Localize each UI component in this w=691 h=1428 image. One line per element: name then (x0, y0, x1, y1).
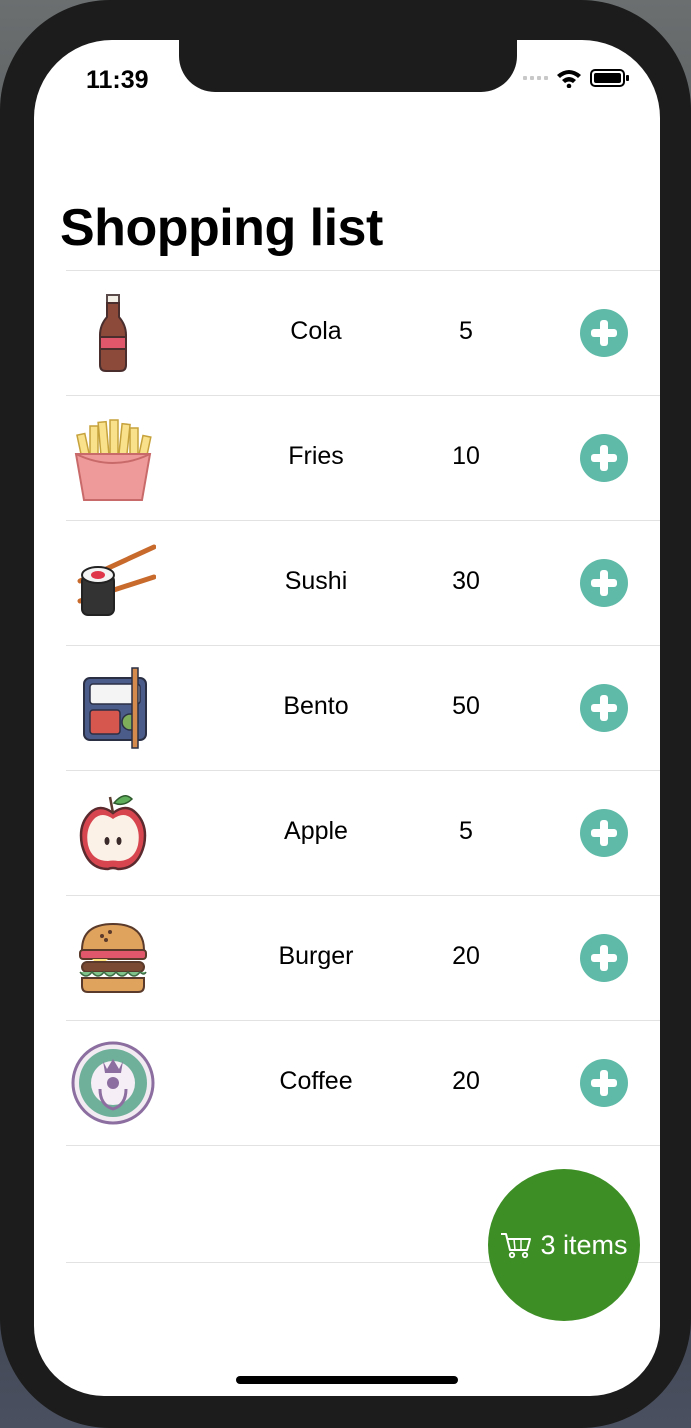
list-item: Coffee 20 (66, 1020, 660, 1146)
item-price: 50 (452, 692, 480, 720)
cellular-signal-icon (523, 76, 548, 80)
item-name: Fries (288, 442, 344, 470)
cola-bottle-icon (99, 294, 127, 372)
wifi-icon (557, 70, 581, 88)
burger-icon (79, 922, 147, 993)
device-notch (179, 40, 517, 92)
add-button[interactable] (580, 1059, 628, 1107)
coffee-logo-icon (71, 1041, 155, 1125)
status-icons (523, 68, 630, 88)
list-item: Sushi 30 (66, 520, 660, 645)
add-button[interactable] (580, 684, 628, 732)
item-price: 30 (452, 567, 480, 595)
item-name: Coffee (279, 1067, 353, 1095)
add-button[interactable] (580, 434, 628, 482)
home-indicator[interactable] (236, 1376, 458, 1384)
shopping-list: Cola 5 Fries 10 Sushi 30 Bento 50 Apple … (66, 270, 660, 1146)
item-name: Bento (283, 692, 349, 720)
list-item: Bento 50 (66, 645, 660, 770)
item-price: 5 (459, 317, 473, 345)
list-item: Burger 20 (66, 895, 660, 1020)
item-price: 10 (452, 442, 480, 470)
cart-icon (501, 1233, 532, 1259)
list-item: Fries 10 (66, 395, 660, 520)
item-name: Sushi (284, 567, 348, 595)
battery-icon (590, 69, 629, 87)
add-button[interactable] (580, 559, 628, 607)
fries-icon (74, 419, 152, 501)
item-price: 20 (452, 942, 480, 970)
item-price: 20 (452, 1067, 480, 1095)
page-title: Shopping list (60, 199, 383, 257)
add-button[interactable] (580, 809, 628, 857)
bento-box-icon (83, 667, 147, 749)
list-item: Apple 5 (66, 770, 660, 895)
sushi-icon (77, 544, 156, 616)
cart-button[interactable]: 3 items (488, 1169, 640, 1321)
cart-count-label: 3 items (540, 1229, 628, 1260)
status-time: 11:39 (86, 66, 149, 94)
item-price: 5 (459, 817, 473, 845)
apple-icon (79, 795, 147, 871)
add-button[interactable] (580, 934, 628, 982)
list-item: Cola 5 (66, 270, 660, 395)
app-screen: 11:39 Shopping list Cola 5 Fries 10 Sush… (34, 40, 660, 1396)
add-button[interactable] (580, 309, 628, 357)
device-frame: 11:39 Shopping list Cola 5 Fries 10 Sush… (0, 0, 691, 1428)
item-name: Apple (284, 817, 348, 845)
item-name: Cola (290, 317, 342, 345)
item-name: Burger (278, 942, 354, 970)
